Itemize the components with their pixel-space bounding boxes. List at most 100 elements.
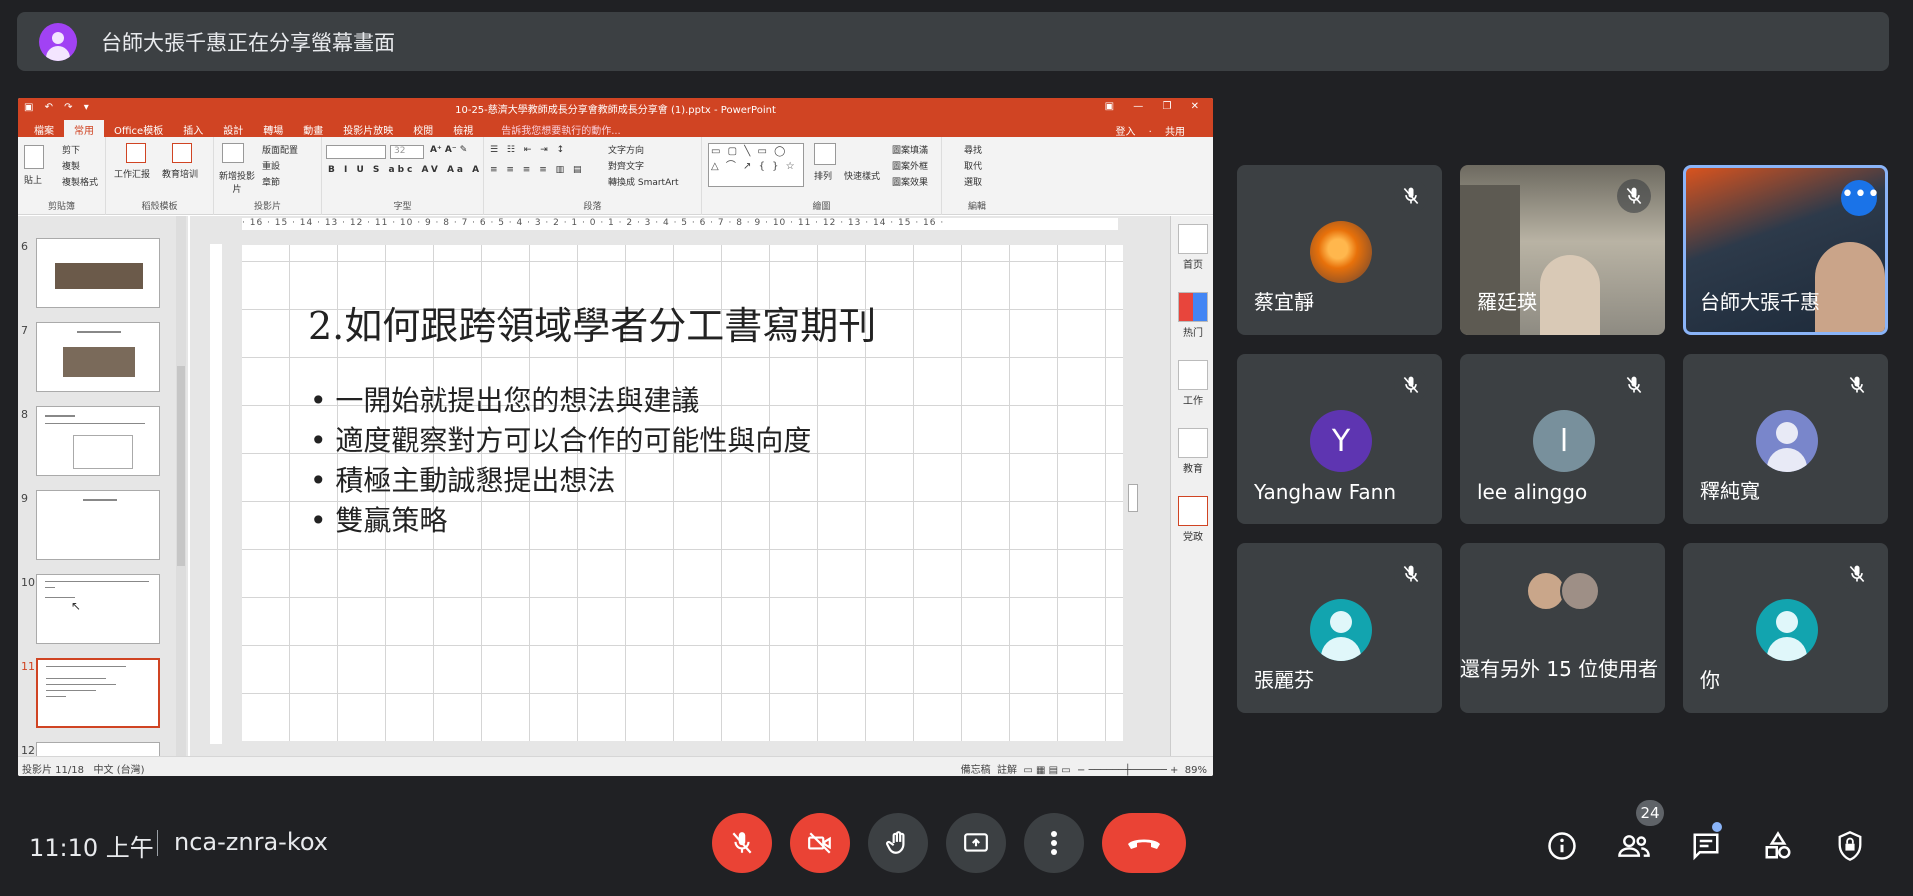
leave-call-button[interactable] [1102, 813, 1186, 873]
view-buttons-icon[interactable]: ▭ ▦ ▤ ▭ [1023, 765, 1070, 776]
language-status[interactable]: 中文 (台灣) [94, 765, 145, 776]
tab-transitions[interactable]: 轉場 [253, 120, 293, 137]
slide-bullet[interactable]: • 適度觀察對方可以合作的可能性與向度 [310, 419, 811, 459]
slide-thumbnail[interactable]: ↖ [36, 574, 160, 644]
participant-tile-presenter[interactable]: ••• 台師大張千惠 [1683, 165, 1888, 335]
tell-me-search[interactable]: 告訴我您想要執行的動作... [491, 120, 631, 137]
slide-thumbnail-selected[interactable] [36, 658, 160, 728]
mic-toggle-button[interactable] [712, 813, 772, 873]
slide-canvas[interactable]: 2.如何跟跨領域學者分工書寫期刊 • 一開始就提出您的想法與建議 • 適度觀察對… [242, 245, 1123, 741]
slide-thumbnail[interactable] [36, 742, 160, 756]
find-button[interactable]: 尋找 [964, 143, 982, 156]
tab-insert[interactable]: 插入 [173, 120, 213, 137]
participant-tile[interactable]: 釋純寬 [1683, 354, 1888, 524]
chat-button[interactable] [1688, 828, 1724, 864]
font-grow-icon[interactable]: A⁺ A⁻ ✎ [430, 145, 467, 155]
side-edu[interactable]: 教育 [1175, 428, 1211, 475]
font-size-field[interactable]: 32 [390, 145, 424, 159]
layout-button[interactable]: 版面配置 [262, 143, 298, 156]
section-button[interactable]: 章節 [262, 175, 280, 188]
participant-tile-video[interactable]: 羅廷瑛 [1460, 165, 1665, 335]
slide-thumbnail[interactable] [36, 490, 160, 560]
participant-tile[interactable]: l lee alinggo [1460, 354, 1665, 524]
notes-button[interactable]: 備忘稿 [961, 765, 991, 776]
replace-button[interactable]: 取代 [964, 159, 982, 172]
slide-thumbnail[interactable] [36, 322, 160, 392]
signin-share[interactable]: 登入 · 共用 [1095, 121, 1205, 138]
tab-view[interactable]: 檢視 [443, 120, 483, 137]
smartart-button[interactable]: 轉換成 SmartArt [608, 175, 678, 188]
scrollbar-thumb[interactable] [177, 366, 185, 566]
window-controls-icon[interactable]: ▣ — ❐ ✕ [1105, 101, 1207, 112]
tab-design[interactable]: 設計 [213, 120, 253, 137]
tab-office-templates[interactable]: Office模板 [104, 120, 173, 137]
shape-outline-button[interactable]: 圖案外框 [892, 159, 928, 172]
activities-button[interactable] [1760, 828, 1796, 864]
more-options-icon[interactable]: ••• [1841, 180, 1880, 216]
new-slide-button[interactable]: 新增投影片 [218, 169, 256, 195]
align-icons[interactable]: ≡ ≡ ≡ ≡ ▥ ▤ [490, 165, 584, 175]
quick-styles-button[interactable]: 快速樣式 [844, 169, 880, 182]
select-button[interactable]: 選取 [964, 175, 982, 188]
format-painter-button[interactable]: 複製格式 [62, 175, 98, 188]
shapes-gallery-icon[interactable]: ▭ ▢ ╲ ▭ ◯ △ ⌒ ↗ { } ☆ [708, 143, 804, 187]
text-direction-button[interactable]: 文字方向 [608, 143, 644, 156]
tab-file[interactable]: 檔案 [24, 120, 64, 137]
side-party[interactable]: 党政 [1175, 496, 1211, 543]
info-icon [1548, 832, 1576, 860]
arrange-icon[interactable] [814, 143, 836, 165]
host-controls-button[interactable] [1832, 828, 1868, 864]
shape-fill-button[interactable]: 圖案填滿 [892, 143, 928, 156]
tab-home[interactable]: 常用 [64, 120, 104, 137]
slide-bullet[interactable]: • 一開始就提出您的想法與建議 [310, 379, 699, 419]
side-work[interactable]: 工作 [1175, 360, 1211, 407]
tab-review[interactable]: 校閱 [403, 120, 443, 137]
quick-access-icons[interactable]: ▣ ↶ ↷ ▾ [24, 102, 93, 113]
thumbnails-scrollbar[interactable] [176, 216, 186, 756]
slide-thumbnail[interactable] [36, 238, 160, 308]
edu-training-button[interactable]: 教育培训 [162, 167, 198, 180]
align-text-button[interactable]: 對齊文字 [608, 159, 644, 172]
slide-title[interactable]: 2.如何跟跨領域學者分工書寫期刊 [308, 295, 876, 350]
scrollbar-thumb[interactable] [1128, 484, 1138, 512]
tab-animations[interactable]: 動畫 [293, 120, 333, 137]
copy-button[interactable]: 複製 [62, 159, 80, 172]
more-options-button[interactable] [1024, 813, 1084, 873]
tab-slideshow[interactable]: 投影片放映 [333, 120, 403, 137]
others-tile[interactable]: 還有另外 15 位使用者 [1460, 543, 1665, 713]
new-slide-icon[interactable] [222, 143, 244, 163]
thumb-number: 9 [21, 492, 28, 505]
slide-thumbnail[interactable] [36, 406, 160, 476]
present-screen-button[interactable] [946, 813, 1006, 873]
people-button[interactable] [1616, 828, 1652, 864]
slide-scrollbar[interactable] [1126, 216, 1140, 756]
arrange-button[interactable]: 排列 [814, 169, 832, 182]
font-name-field[interactable] [326, 145, 386, 159]
cut-button[interactable]: 剪下 [62, 143, 80, 156]
edu-training-icon[interactable] [172, 143, 192, 163]
participant-tile-self[interactable]: 你 [1683, 543, 1888, 713]
camera-toggle-button[interactable] [790, 813, 850, 873]
zoom-level[interactable]: 89% [1185, 765, 1207, 776]
raise-hand-button[interactable] [868, 813, 928, 873]
participant-tile[interactable]: 蔡宜靜 [1237, 165, 1442, 335]
work-report-icon[interactable] [126, 143, 146, 163]
reset-button[interactable]: 重設 [262, 159, 280, 172]
paste-icon[interactable] [24, 145, 44, 169]
chat-notification-dot [1712, 822, 1722, 832]
participant-tile[interactable]: Y Yanghaw Fann [1237, 354, 1442, 524]
participant-tile[interactable]: 張麗芬 [1237, 543, 1442, 713]
side-hot[interactable]: 热门 [1175, 292, 1211, 339]
comments-button[interactable]: 註解 [997, 765, 1017, 776]
slide-bullet[interactable]: • 積極主動誠懇提出想法 [310, 459, 615, 499]
work-report-button[interactable]: 工作汇报 [114, 167, 150, 180]
shape-effects-button[interactable]: 圖案效果 [892, 175, 928, 188]
ppt-window-title: 10-25-慈濟大學教師成長分享會教師成長分享會 (1).pptx - Powe… [455, 105, 776, 116]
paste-label[interactable]: 貼上 [24, 173, 42, 186]
zoom-slider[interactable]: − ──────┼────── + [1077, 765, 1178, 776]
font-style-icons[interactable]: B I U S abc AV Aa A [328, 165, 482, 175]
info-button[interactable] [1544, 828, 1580, 864]
slide-bullet[interactable]: • 雙贏策略 [310, 499, 447, 539]
side-home[interactable]: 首页 [1175, 224, 1211, 271]
list-icons[interactable]: ☰ ☷ ⇤ ⇥ ↕ [490, 145, 567, 155]
